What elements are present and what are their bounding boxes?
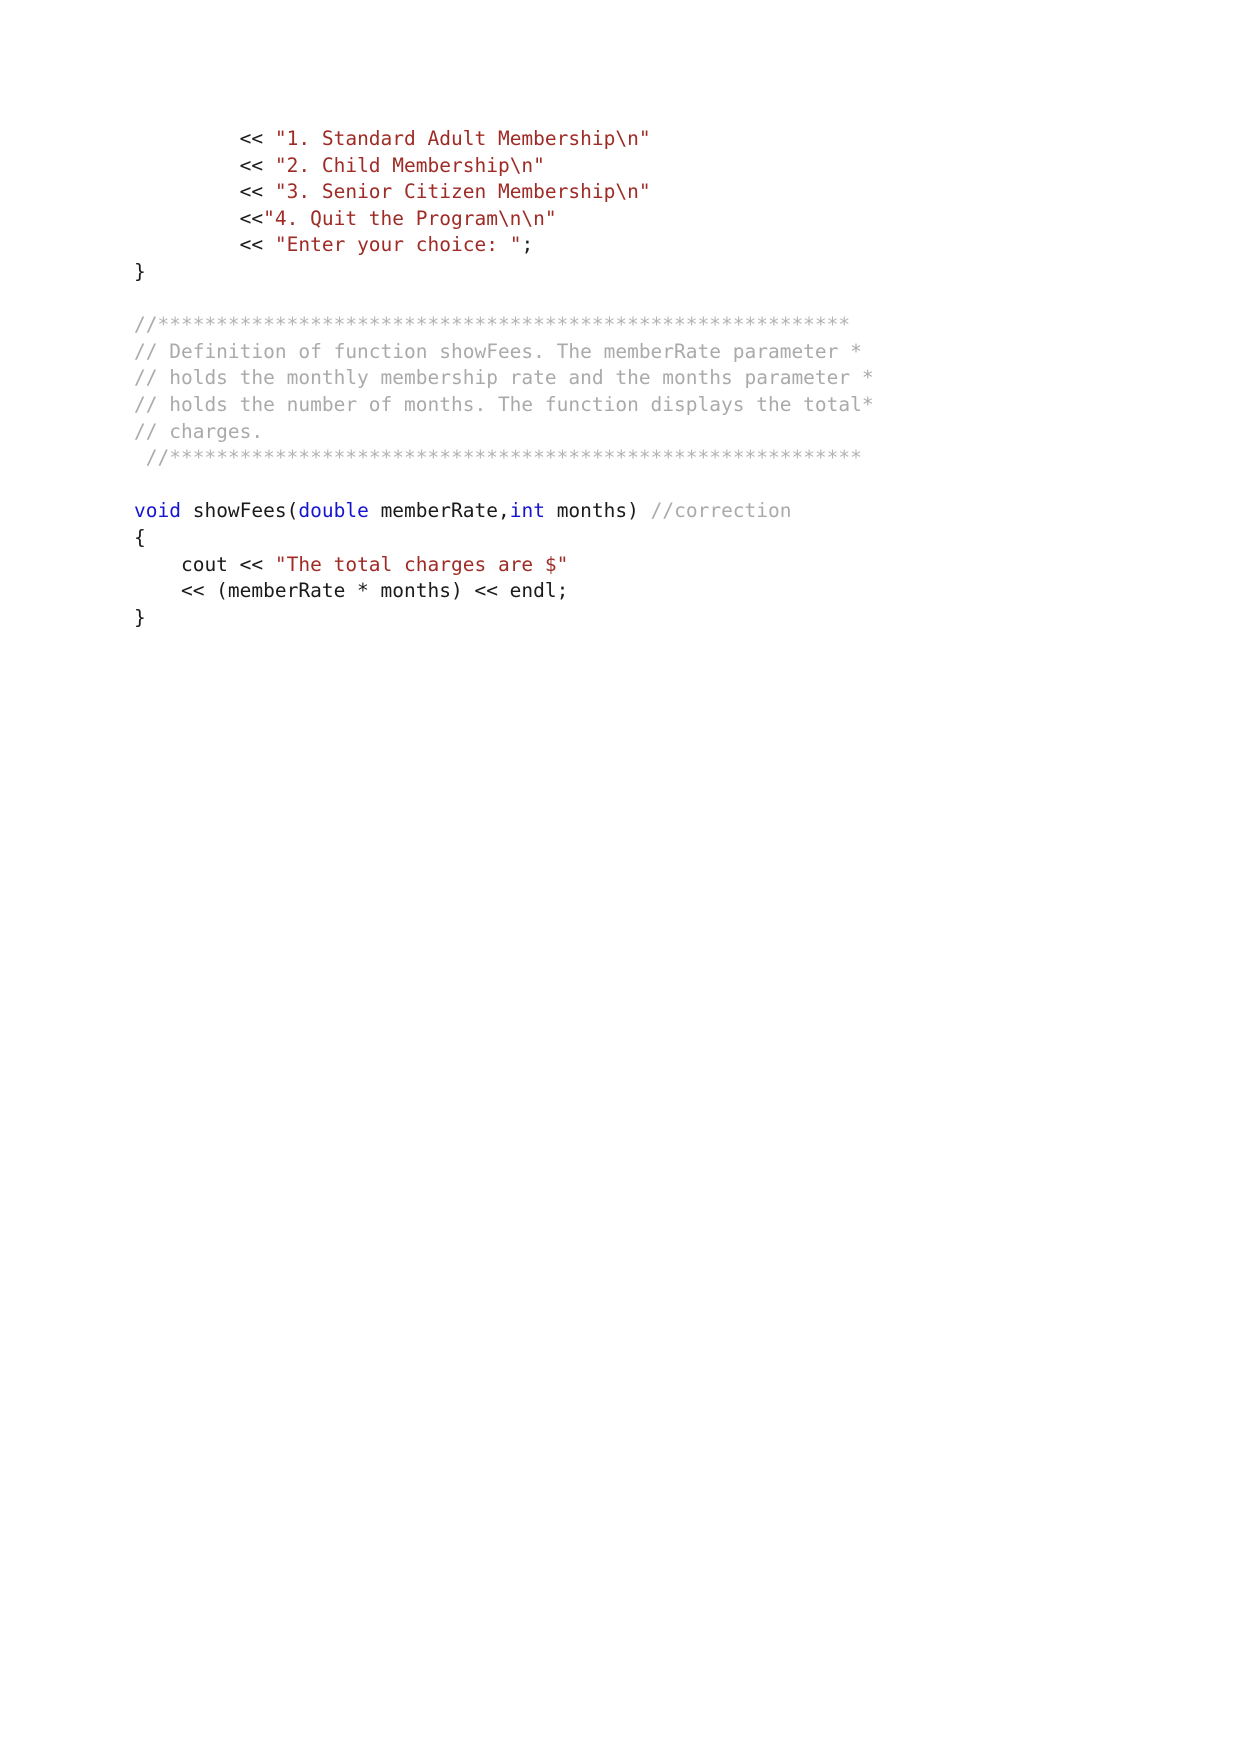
code-token-plain: months) xyxy=(544,499,651,523)
code-token-keyword: int xyxy=(509,499,545,523)
code-token-string: "Enter your choice: " xyxy=(274,233,522,257)
code-token-comment: // charges. xyxy=(134,419,264,443)
code-token-string: "The total charges are $" xyxy=(274,552,569,576)
code-token-plain: ; xyxy=(521,233,534,257)
code-line: //**************************************… xyxy=(134,312,1134,339)
code-token-comment: // holds the number of months. The funct… xyxy=(134,392,874,416)
code-token-comment: // holds the monthly membership rate and… xyxy=(134,366,874,390)
code-token-string: "4. Quit the Program\n\n" xyxy=(263,206,557,230)
code-line: << "2. Child Membership\n" xyxy=(134,153,1134,180)
code-line: <<"4. Quit the Program\n\n" xyxy=(134,206,1134,233)
code-token-plain: << xyxy=(134,127,275,150)
page-canvas: << "1. Standard Adult Membership\n" << "… xyxy=(0,0,1241,1754)
code-line: // holds the number of months. The funct… xyxy=(134,392,1134,419)
code-line: // holds the monthly membership rate and… xyxy=(134,365,1134,392)
code-token-plain: << xyxy=(134,206,264,230)
code-token-plain: } xyxy=(134,605,146,629)
code-token-plain: << xyxy=(134,153,275,177)
code-token-string: "1. Standard Adult Membership\n" xyxy=(274,127,651,150)
code-token-plain: << (memberRate * months) << endl; xyxy=(134,579,569,603)
code-token-comment: //correction xyxy=(650,499,792,523)
code-token-keyword: double xyxy=(298,499,369,523)
code-token-stars: ****************************************… xyxy=(157,313,851,337)
code-token-comment: // xyxy=(134,313,158,337)
code-token-string: "3. Senior Citizen Membership\n" xyxy=(274,180,651,204)
code-token-comment: // xyxy=(134,446,170,470)
code-line: //**************************************… xyxy=(134,445,1134,472)
code-line: << "Enter your choice: "; xyxy=(134,232,1134,259)
code-line: cout << "The total charges are $" xyxy=(134,552,1134,579)
code-token-keyword: void xyxy=(134,499,181,523)
code-listing: << "1. Standard Adult Membership\n" << "… xyxy=(134,126,1134,631)
code-token-plain: { xyxy=(134,525,146,549)
code-line: << "3. Senior Citizen Membership\n" xyxy=(134,179,1134,206)
code-line: { xyxy=(134,525,1134,552)
code-line: // Definition of function showFees. The … xyxy=(134,339,1134,366)
code-token-plain: << xyxy=(134,180,275,204)
code-token-plain: cout << xyxy=(134,552,275,576)
code-token-plain: memberRate, xyxy=(368,499,510,523)
code-line: void showFees(double memberRate,int mont… xyxy=(134,498,1134,525)
code-token-comment: // Definition of function showFees. The … xyxy=(134,339,862,363)
code-line: << (memberRate * months) << endl; xyxy=(134,578,1134,605)
code-line: << "1. Standard Adult Membership\n" xyxy=(134,126,1134,153)
code-token-stars: ****************************************… xyxy=(169,446,862,470)
code-line: } xyxy=(134,605,1134,632)
code-token-plain: } xyxy=(134,259,146,283)
code-line: } xyxy=(134,259,1134,286)
code-token-plain: showFees( xyxy=(180,499,299,523)
code-token-plain: << xyxy=(134,233,275,257)
code-token-string: "2. Child Membership\n" xyxy=(274,153,545,177)
code-line: // charges. xyxy=(134,419,1134,446)
